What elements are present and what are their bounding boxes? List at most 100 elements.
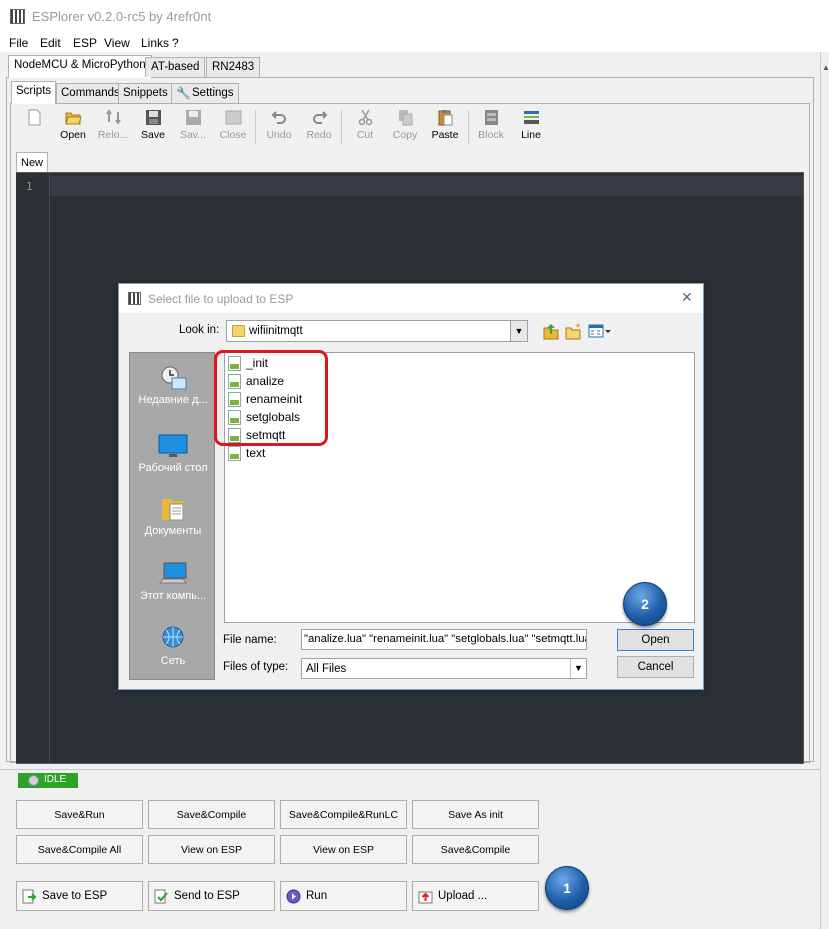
close-button[interactable]: Close: [213, 107, 253, 147]
place-recent[interactable]: Недавние д...: [130, 365, 216, 406]
open-folder-icon: [65, 112, 82, 125]
close-file-icon: [225, 110, 242, 125]
open-button[interactable]: Open: [53, 107, 93, 147]
scroll-up-icon[interactable]: ▲: [822, 63, 829, 72]
paste-button[interactable]: Paste: [425, 107, 465, 147]
recent-places-icon: [161, 366, 187, 390]
lua-file-icon: [228, 446, 241, 461]
new-button[interactable]: [14, 107, 54, 147]
tab-commands[interactable]: Commands: [56, 83, 125, 103]
reload-button[interactable]: Relo...: [93, 107, 133, 147]
tab-settings[interactable]: 🔧 Settings: [171, 83, 239, 103]
save-as-button[interactable]: Sav...: [173, 107, 213, 147]
up-folder-icon[interactable]: [542, 322, 560, 340]
menu-bar: File Edit ESP View Links ?: [0, 32, 829, 52]
send-to-esp-icon: [154, 889, 168, 904]
send-to-esp-button[interactable]: Send to ESP: [148, 881, 275, 911]
view-on-esp-button[interactable]: View on ESP: [148, 835, 275, 864]
block-icon: [485, 110, 498, 125]
network-icon: [162, 626, 184, 648]
wrench-icon: 🔧: [176, 86, 191, 100]
place-this-pc[interactable]: Этот компь...: [130, 561, 216, 602]
look-in-label: Look in:: [179, 324, 220, 336]
save-button[interactable]: Save: [133, 107, 173, 147]
cut-button[interactable]: Cut: [345, 107, 385, 147]
files-of-type-value: All Files: [306, 663, 347, 675]
close-label: Close: [219, 129, 247, 141]
tab-scripts[interactable]: Scripts: [11, 81, 57, 104]
app-icon: [10, 9, 25, 24]
file-name-input[interactable]: "analize.lua" "renameinit.lua" "setgloba…: [301, 629, 587, 650]
menu-help[interactable]: ?: [172, 36, 179, 50]
chevron-down-icon[interactable]: ▼: [510, 321, 527, 341]
divider: [0, 769, 820, 770]
tab-snippets[interactable]: Snippets: [118, 83, 173, 103]
block-button[interactable]: Block: [471, 107, 511, 147]
menu-links[interactable]: Links: [141, 36, 169, 50]
redo-label: Redo: [306, 129, 332, 141]
file-chooser-dialog: Select file to upload to ESP ✕ Look in: …: [118, 283, 704, 690]
upload-button[interactable]: Upload ...: [412, 881, 539, 911]
button-label: Upload ...: [438, 890, 488, 902]
paste-label: Paste: [431, 129, 459, 141]
open-button[interactable]: Open: [617, 629, 694, 651]
line-icon: [524, 111, 539, 124]
save-to-esp-button[interactable]: Save to ESP: [16, 881, 143, 911]
redo-button[interactable]: Redo: [299, 107, 339, 147]
window-title: ESPlorer v0.2.0-rc5 by 4refr0nt: [32, 9, 212, 24]
look-in-combo[interactable]: wifiinitmqtt ▼: [226, 320, 528, 342]
view-menu-icon[interactable]: [588, 322, 612, 340]
redo-icon: [313, 111, 328, 124]
step-marker-2: 2: [623, 582, 667, 626]
tab-rn2483[interactable]: RN2483: [206, 57, 261, 77]
place-label: Сеть: [160, 655, 186, 667]
menu-view[interactable]: View: [104, 36, 130, 50]
place-label: Этот компь...: [139, 590, 207, 602]
button-label: Save to ESP: [42, 890, 108, 902]
file-tab-new[interactable]: New: [16, 152, 49, 173]
documents-icon: [162, 499, 184, 521]
dialog-title-bar: Select file to upload to ESP ✕: [119, 284, 703, 313]
menu-edit[interactable]: Edit: [40, 36, 61, 50]
new-file-icon: [28, 109, 41, 126]
reload-icon: [106, 109, 121, 125]
place-label: Рабочий стол: [138, 462, 208, 474]
save-icon: [146, 110, 161, 125]
chevron-down-icon[interactable]: ▼: [570, 659, 586, 678]
save-compile-button-2[interactable]: Save&Compile: [412, 835, 539, 864]
save-compile-runlc-button[interactable]: Save&Compile&RunLC: [280, 800, 407, 829]
files-of-type-label: Files of type:: [223, 661, 289, 673]
title-bar: ESPlorer v0.2.0-rc5 by 4refr0nt: [0, 0, 829, 32]
save-run-button[interactable]: Save&Run: [16, 800, 143, 829]
file-name: text: [246, 446, 266, 460]
new-folder-icon[interactable]: [565, 322, 583, 340]
right-panel-edge: ▲: [820, 52, 829, 929]
app-icon: [128, 292, 141, 305]
copy-button[interactable]: Copy: [385, 107, 425, 147]
run-button[interactable]: Run: [280, 881, 407, 911]
status-led-icon: [28, 775, 39, 786]
desktop-icon: [158, 434, 188, 457]
close-icon[interactable]: ✕: [681, 289, 693, 306]
place-desktop[interactable]: Рабочий стол: [130, 433, 216, 474]
place-network[interactable]: Сеть: [130, 626, 216, 667]
step-marker-1: 1: [545, 866, 589, 910]
save-compile-all-button[interactable]: Save&Compile All: [16, 835, 143, 864]
menu-esp[interactable]: ESP: [73, 36, 97, 50]
files-of-type-combo[interactable]: All Files ▼: [301, 658, 587, 679]
tab-at-based[interactable]: AT-based: [145, 57, 206, 77]
save-as-init-button[interactable]: Save As init: [412, 800, 539, 829]
cancel-button[interactable]: Cancel: [617, 656, 694, 678]
view-on-esp-button-2[interactable]: View on ESP: [280, 835, 407, 864]
tab-settings-label: Settings: [192, 87, 234, 99]
save-compile-button[interactable]: Save&Compile: [148, 800, 275, 829]
menu-file[interactable]: File: [9, 36, 28, 50]
look-in-value: wifiinitmqtt: [249, 325, 303, 337]
save-to-esp-icon: [22, 889, 37, 904]
save-as-icon: [186, 110, 201, 125]
line-number: 1: [26, 180, 33, 193]
line-button[interactable]: Line: [511, 107, 551, 147]
tab-nodemcu[interactable]: NodeMCU & MicroPython: [8, 55, 152, 78]
place-documents[interactable]: Документы: [130, 496, 216, 537]
undo-button[interactable]: Undo: [259, 107, 299, 147]
